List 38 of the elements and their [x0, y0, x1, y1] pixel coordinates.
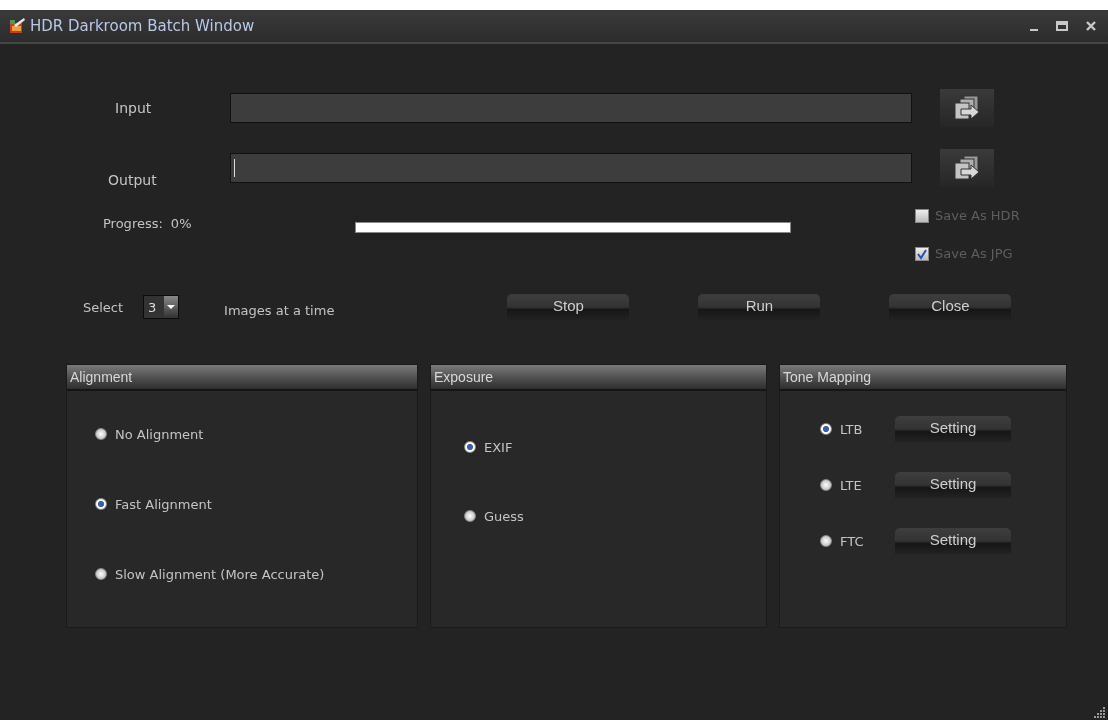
- radio-option[interactable]: EXIF: [464, 439, 513, 455]
- group-header: Exposure: [431, 365, 766, 391]
- images-label: Images at a time: [224, 302, 335, 318]
- path-field[interactable]: [230, 153, 912, 183]
- group-header: Tone Mapping: [780, 365, 1066, 391]
- setting-button[interactable]: Setting: [895, 472, 1011, 498]
- count-dropdown[interactable]: 3: [143, 295, 180, 319]
- resize-grip-icon: [1094, 706, 1106, 718]
- folder-arrow-icon: [953, 155, 981, 181]
- minimize-icon: [1030, 29, 1038, 31]
- radio-option[interactable]: Slow Alignment (More Accurate): [95, 566, 325, 582]
- setting-button[interactable]: Setting: [895, 528, 1011, 554]
- path-field[interactable]: [230, 93, 912, 123]
- select-label: Select: [83, 299, 124, 315]
- action-button[interactable]: Close: [889, 294, 1012, 320]
- window-title: HDR Darkroom Batch Window: [30, 17, 255, 35]
- progress-reading: 0%: [170, 216, 192, 233]
- browse-button[interactable]: [940, 149, 994, 187]
- progress-label: Progress:: [103, 216, 163, 233]
- action-button[interactable]: Stop: [507, 294, 630, 320]
- radio-option[interactable]: LTB: [820, 421, 885, 437]
- radio-option[interactable]: FTC: [820, 533, 885, 549]
- radio-option[interactable]: Guess: [464, 508, 524, 524]
- radio-option[interactable]: No Alignment: [95, 426, 204, 442]
- group-header: Alignment: [67, 365, 417, 391]
- radio-option[interactable]: LTE: [820, 477, 885, 493]
- checkmark-icon: [916, 247, 928, 260]
- browse-button[interactable]: [940, 89, 994, 127]
- folder-arrow-icon: [953, 95, 981, 121]
- field-label: Input: [114, 100, 153, 116]
- field-label: Output: [107, 172, 158, 188]
- action-button[interactable]: Run: [698, 294, 821, 320]
- setting-button[interactable]: Setting: [895, 416, 1011, 442]
- maximize-icon: [1056, 21, 1068, 31]
- radio-option[interactable]: Fast Alignment: [95, 496, 212, 512]
- close-icon: [1086, 21, 1096, 31]
- dropdown-arrow-icon: [166, 304, 177, 310]
- app-icon: [8, 17, 26, 35]
